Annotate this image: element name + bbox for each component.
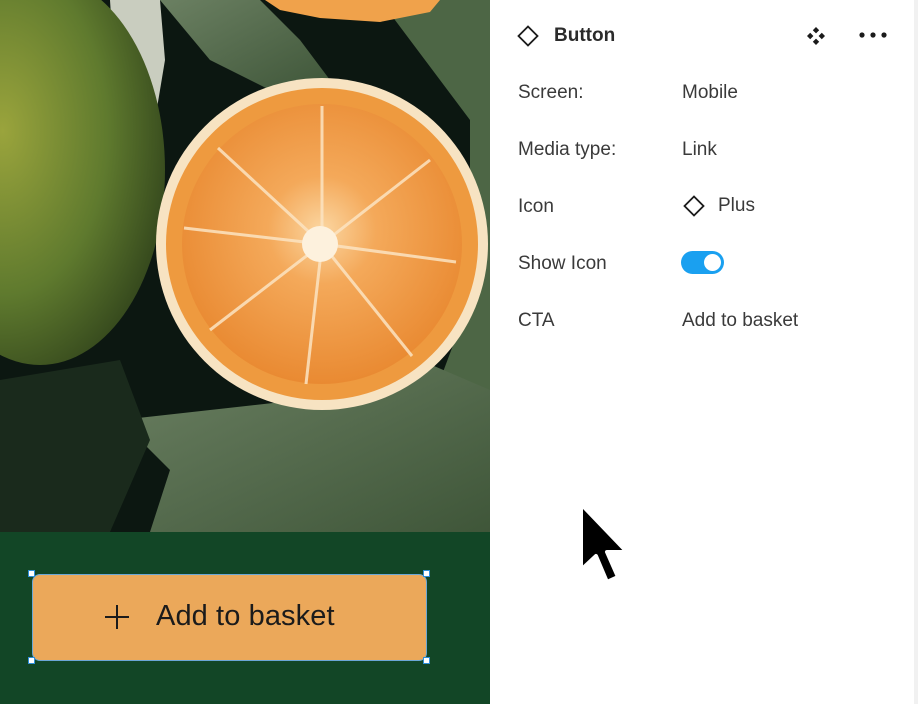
mouse-pointer-icon	[579, 502, 629, 584]
show-icon-toggle[interactable]	[681, 251, 724, 274]
design-canvas: Add to basket	[0, 0, 490, 704]
more-horizontal-icon[interactable]	[859, 31, 887, 39]
icon-label: Icon	[518, 196, 554, 217]
toggle-knob	[704, 254, 721, 271]
media-type-value[interactable]: Link	[682, 139, 717, 161]
panel-title: Button	[554, 25, 616, 46]
cta-value[interactable]: Add to basket	[682, 310, 798, 332]
diamond-icon	[683, 195, 705, 217]
plus-icon	[105, 605, 129, 629]
panel-scroll-edge	[914, 0, 918, 704]
selection-handle-top-left[interactable]	[28, 570, 35, 577]
selection-handle-top-right[interactable]	[423, 570, 430, 577]
screen-label: Screen:	[518, 82, 584, 103]
selection-handle-bottom-right[interactable]	[423, 657, 430, 664]
component-set-icon[interactable]	[806, 26, 826, 46]
icon-value[interactable]: Plus	[718, 195, 755, 217]
cta-label: CTA	[518, 310, 555, 331]
add-to-basket-label: Add to basket	[156, 600, 335, 632]
screen-value[interactable]: Mobile	[682, 82, 738, 104]
component-diamond-icon	[517, 25, 539, 47]
media-type-label: Media type:	[518, 139, 617, 160]
show-icon-label: Show Icon	[518, 253, 607, 274]
properties-panel	[490, 0, 918, 704]
fruit-photo	[0, 0, 490, 532]
selection-handle-bottom-left[interactable]	[28, 657, 35, 664]
